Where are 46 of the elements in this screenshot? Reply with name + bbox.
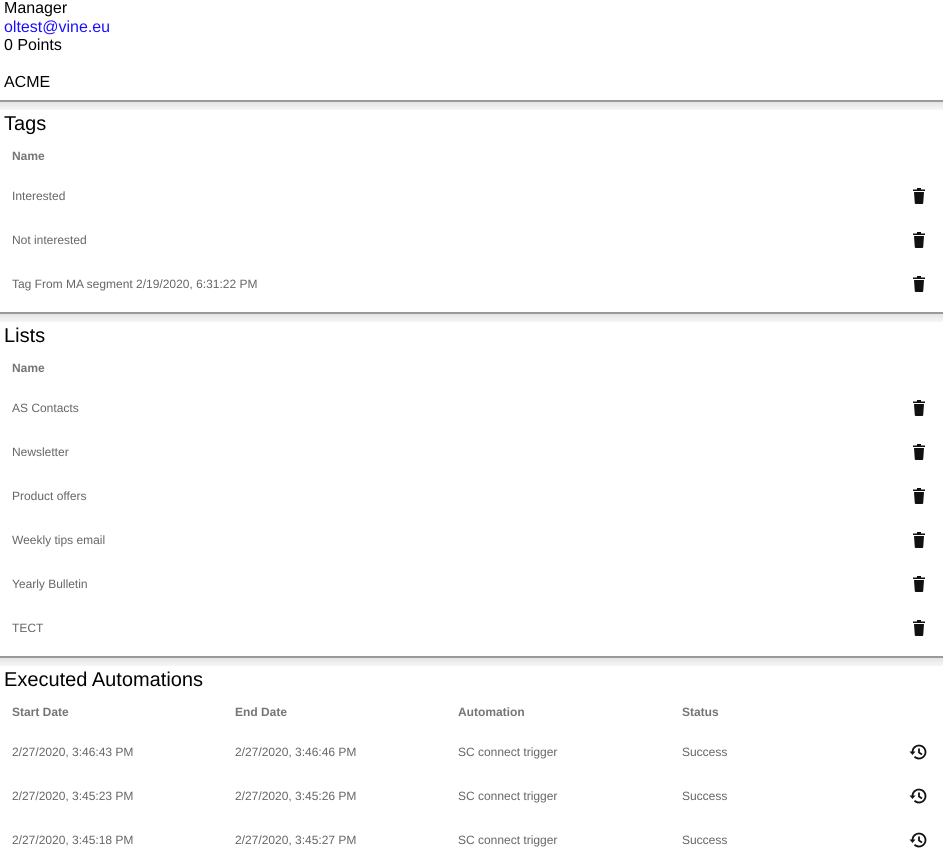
table-cell: Success [682,789,728,803]
history-icon[interactable] [909,744,927,760]
table-cell: 2/27/2020, 3:46:46 PM [235,745,356,759]
table-cell: Weekly tips email [12,533,106,547]
email-link[interactable]: oltest@vine.eu [4,18,110,37]
table-cell: 2/27/2020, 3:46:43 PM [12,745,134,759]
table-cell: Interested [12,189,66,203]
company-text: ACME [4,74,52,92]
column-header: Name [12,361,45,375]
table-cell: SC connect trigger [458,745,558,759]
table-cell: Product offers [12,489,86,503]
column-header: Status [682,705,719,719]
column-header: Name [12,149,45,163]
table-cell: Yearly Bulletin [12,577,88,591]
table-cell: Newsletter [12,445,69,459]
trash-icon[interactable] [913,400,925,416]
trash-icon[interactable] [913,532,925,548]
table-cell: 2/27/2020, 3:45:23 PM [12,789,134,803]
trash-icon[interactable] [913,620,925,636]
column-header: Automation [458,705,525,719]
trash-icon[interactable] [913,488,925,504]
trash-icon[interactable] [913,276,925,292]
table-cell: AS Contacts [12,401,79,415]
trash-icon[interactable] [913,444,925,460]
history-icon[interactable] [909,788,927,804]
column-header: End Date [235,705,288,719]
role-text: Manager [4,0,68,18]
trash-icon[interactable] [913,232,925,248]
table-cell: SC connect trigger [458,789,558,803]
section-title: Executed Automations [3,668,204,693]
table-cell: 2/27/2020, 3:45:26 PM [235,789,356,803]
trash-icon[interactable] [913,188,925,204]
table-cell: Not interested [12,233,87,247]
points-text: 0 Points [4,37,63,56]
trash-icon[interactable] [913,576,925,592]
table-cell: SC connect trigger [458,833,558,847]
table-cell: Success [682,833,728,847]
history-icon[interactable] [909,832,927,848]
table-cell: Success [682,745,728,759]
table-cell: 2/27/2020, 3:45:27 PM [235,833,356,847]
section-title: Lists [3,324,46,349]
table-cell: 2/27/2020, 3:45:18 PM [12,833,134,847]
column-header: Start Date [12,705,69,719]
table-cell: TECT [12,621,44,635]
table-cell: Tag From MA segment 2/19/2020, 6:31:22 PM [12,277,258,291]
section-title: Tags [3,112,46,137]
